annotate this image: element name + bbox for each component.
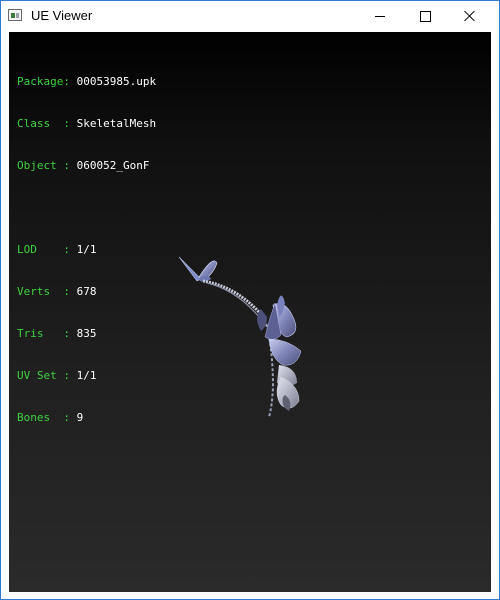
info-row-class: Class : SkeletalMesh (17, 117, 156, 131)
info-key: Bones : (17, 411, 77, 424)
flower-shape (257, 295, 302, 411)
info-row-uvset: UV Set : 1/1 (17, 369, 156, 383)
minimize-button[interactable] (357, 1, 403, 31)
skeletal-mesh-model[interactable] (169, 247, 309, 422)
app-window-icon[interactable] (8, 9, 22, 21)
info-row-lod: LOD : 1/1 (17, 243, 156, 257)
info-value: 678 (76, 285, 97, 298)
3d-viewport[interactable]: Package: 00053985.upk Class : SkeletalMe… (9, 32, 491, 592)
window-title: UE Viewer (31, 8, 93, 23)
info-key: Object : (17, 159, 77, 172)
info-key: Class : (17, 117, 77, 130)
maximize-icon (419, 10, 431, 22)
info-key: Tris : (17, 327, 77, 340)
close-button[interactable] (447, 1, 493, 31)
butterfly-shape (178, 256, 218, 282)
info-key: LOD : (17, 243, 77, 256)
info-value: SkeletalMesh (76, 117, 157, 130)
info-value: 00053985.upk (76, 75, 157, 88)
info-value: 1/1 (76, 243, 97, 256)
info-value: 1/1 (76, 369, 97, 382)
info-row-bones: Bones : 9 (17, 411, 156, 425)
info-row-package: Package: 00053985.upk (17, 75, 156, 89)
info-value: 835 (76, 327, 97, 340)
minimize-icon (375, 15, 385, 17)
info-row-tris: Tris : 835 (17, 327, 156, 341)
info-key: UV Set : (17, 369, 77, 382)
info-key: Package: (17, 75, 77, 88)
title-bar[interactable]: UE Viewer (1, 1, 499, 31)
info-row-verts: Verts : 678 (17, 285, 156, 299)
ue-viewer-window[interactable]: UE Viewer Package: 00053985.upk Class : … (0, 0, 500, 600)
info-value: 060052_GonF (76, 159, 150, 172)
maximize-button[interactable] (402, 1, 448, 31)
info-key: Verts : (17, 285, 77, 298)
mesh-info-overlay: Package: 00053985.upk Class : SkeletalMe… (17, 47, 156, 453)
stem-shape (202, 279, 275, 418)
info-row-object: Object : 060052_GonF (17, 159, 156, 173)
close-icon (464, 10, 476, 22)
info-value: 9 (76, 411, 84, 424)
